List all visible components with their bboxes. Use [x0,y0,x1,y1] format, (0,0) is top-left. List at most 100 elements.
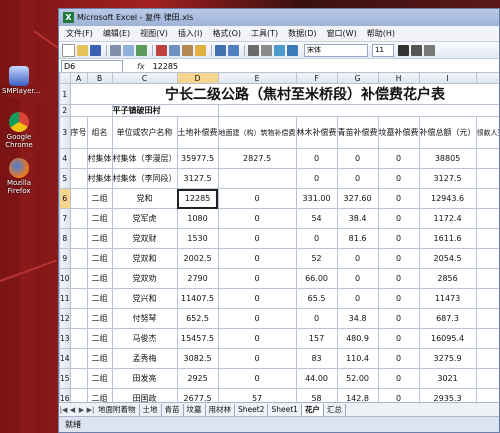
cell[interactable]: 0 [336,248,379,269]
cell[interactable] [475,268,499,289]
font-size-select[interactable]: 11 [372,43,394,57]
cell[interactable]: 16095.4 [418,328,477,349]
cell[interactable]: 0 [217,348,297,369]
cell[interactable]: 0 [377,168,420,189]
row-header[interactable]: 16 [59,388,71,402]
cell[interactable]: 二组 [86,348,113,369]
bold-icon[interactable] [398,44,409,56]
cell[interactable]: 二组 [86,188,113,209]
cell[interactable]: 田国政 [111,388,178,402]
cell[interactable] [475,328,499,349]
menu-window[interactable]: 窗口(W) [322,28,362,39]
help-icon[interactable] [287,44,298,56]
first-sheet-icon[interactable]: |◀ [59,406,68,414]
cell[interactable] [475,368,499,389]
desktop-icon-chrome[interactable]: Google Chrome [2,112,36,149]
desktop-icon-smplayer[interactable]: SMPlayer... [2,66,40,95]
next-sheet-icon[interactable]: ▶ [77,406,86,414]
formula-input[interactable]: 12285 [153,62,178,71]
column-title-cell[interactable]: 林木补偿费 [295,116,338,149]
cell[interactable] [69,368,88,389]
cell[interactable]: 12943.6 [418,188,477,209]
cell[interactable]: 0 [295,228,338,249]
cell[interactable]: 0 [377,268,420,289]
select-all-corner[interactable] [59,72,71,84]
cell[interactable] [69,104,113,117]
open-folder-icon[interactable] [77,44,88,56]
cell[interactable] [475,248,499,269]
cell[interactable]: 0 [377,348,420,369]
row-header[interactable]: 7 [59,208,71,229]
cell[interactable]: 58 [295,388,338,402]
column-title-cell[interactable]: 坟墓补偿费 [377,116,420,149]
cell[interactable]: 党双劝 [111,268,178,289]
row-header[interactable]: 8 [59,228,71,249]
column-header[interactable]: D [176,72,219,84]
cell[interactable]: 480.9 [336,328,379,349]
cell[interactable]: 15457.5 [176,328,219,349]
cell[interactable]: 0 [295,308,338,329]
cell[interactable]: 村集体（李同段） [111,168,178,189]
menu-format[interactable]: 格式(O) [207,28,246,39]
cell[interactable]: 0 [377,188,420,209]
column-header[interactable]: C [111,72,178,84]
cell[interactable]: 0 [217,308,297,329]
cell[interactable]: 687.3 [418,308,477,329]
cell[interactable] [69,288,88,309]
cell[interactable]: 二组 [86,368,113,389]
cell[interactable]: 12285 [176,188,219,209]
cell[interactable]: 2054.5 [418,248,477,269]
row-header[interactable]: 3 [59,116,71,149]
cut-icon[interactable] [156,44,167,56]
function-icon[interactable]: fx [137,62,145,71]
cell[interactable] [475,288,499,309]
cell[interactable] [475,348,499,369]
cell[interactable]: 党双财 [111,228,178,249]
cell[interactable] [475,208,499,229]
redo-icon[interactable] [228,44,239,56]
paste-icon[interactable] [182,44,193,56]
column-title-cell[interactable]: 地面建（构）筑物补偿费 [217,116,297,149]
row-header[interactable]: 6 [59,188,71,209]
column-title-cell[interactable]: 领款人签名（盖章） [475,116,499,149]
cell[interactable]: 81.6 [336,228,379,249]
cell[interactable] [69,188,88,209]
spellcheck-icon[interactable] [136,44,147,56]
cell[interactable]: 0 [336,268,379,289]
cell[interactable]: 二组 [86,388,113,402]
cell[interactable]: 1611.6 [418,228,477,249]
cell[interactable]: 66.00 [295,268,338,289]
cell[interactable] [475,168,499,189]
cell[interactable]: 3082.5 [176,348,219,369]
cell[interactable]: 65.5 [295,288,338,309]
cell[interactable]: 0 [217,188,297,209]
prev-sheet-icon[interactable]: ◀ [68,406,77,414]
cell[interactable]: 二组 [86,308,113,329]
sheet-subtitle[interactable]: 平子镇破田村 [111,104,219,117]
cell[interactable]: 0 [217,228,297,249]
cell[interactable]: 2856 [418,268,477,289]
cell[interactable]: 52 [295,248,338,269]
column-header[interactable]: J [475,72,499,84]
cell[interactable]: 0 [377,228,420,249]
cell[interactable] [69,208,88,229]
cell[interactable]: 2790 [176,268,219,289]
cell[interactable]: 0 [377,208,420,229]
cell[interactable]: 38.4 [336,208,379,229]
row-header[interactable]: 12 [59,308,71,329]
chart-wizard-icon[interactable] [274,44,285,56]
cell[interactable] [475,228,499,249]
cell[interactable]: 157 [295,328,338,349]
cell[interactable]: 村集体 [86,148,113,169]
cell[interactable]: 0 [217,288,297,309]
cell[interactable]: 327.60 [336,188,379,209]
cell[interactable]: 孟秀梅 [111,348,178,369]
menu-file[interactable]: 文件(F) [61,28,98,39]
cell[interactable]: 2925 [176,368,219,389]
cell[interactable]: 0 [377,388,420,402]
cell[interactable] [217,104,499,117]
column-header[interactable]: B [86,72,113,84]
cell[interactable]: 村集体（李漫层） [111,148,178,169]
row-header[interactable]: 9 [59,248,71,269]
cell[interactable]: 党和 [111,188,178,209]
